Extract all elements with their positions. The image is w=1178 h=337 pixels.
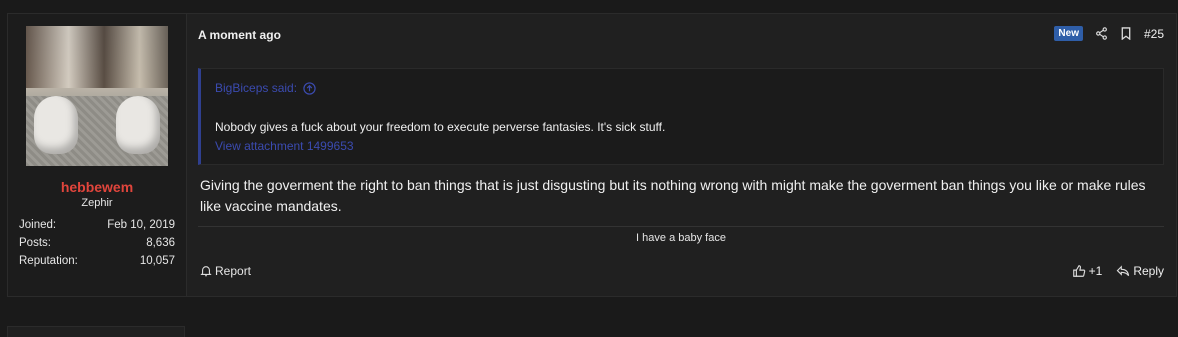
quote-author-label: BigBiceps said: [215, 81, 298, 95]
stat-label: Reputation: [19, 255, 78, 267]
post-header-actions: New #25 [1054, 26, 1164, 41]
like-count: +1 [1088, 264, 1103, 278]
stat-row-reputation: Reputation: 10,057 [19, 252, 175, 270]
post-container: hebbewem Zephir Joined: Feb 10, 2019 Pos… [7, 13, 1177, 297]
stat-value: Feb 10, 2019 [107, 219, 175, 231]
user-info-column: hebbewem Zephir Joined: Feb 10, 2019 Pos… [8, 14, 187, 296]
report-label: Report [215, 264, 252, 278]
user-title: Zephir [81, 197, 113, 209]
quote-author[interactable]: BigBiceps said: [215, 81, 316, 95]
stat-label: Posts: [19, 237, 51, 249]
avatar-statue-left [34, 96, 78, 154]
next-post-stub [7, 326, 185, 337]
user-stats: Joined: Feb 10, 2019 Posts: 8,636 Reputa… [19, 216, 175, 270]
stat-row-joined: Joined: Feb 10, 2019 [19, 216, 175, 234]
new-badge: New [1054, 26, 1083, 41]
stat-value: 10,057 [139, 255, 175, 267]
stat-row-posts: Posts: 8,636 [19, 234, 175, 252]
avatar-background [26, 26, 168, 88]
reply-button[interactable]: Reply [1116, 264, 1164, 278]
stat-label: Joined: [19, 219, 57, 231]
report-button[interactable]: Report [200, 264, 251, 278]
avatar-statue-right [116, 96, 160, 154]
arrow-up-circle-icon[interactable] [303, 81, 316, 95]
post-timestamp[interactable]: A moment ago [198, 28, 281, 42]
signature: I have a baby face [636, 232, 726, 244]
avatar[interactable] [26, 26, 168, 166]
stat-value: 8,636 [146, 237, 175, 249]
quote-text: Nobody gives a fuck about your freedom t… [215, 120, 666, 134]
share-icon[interactable] [1095, 27, 1108, 40]
reply-label: Reply [1133, 264, 1164, 278]
post-footer-actions: +1 Reply [1072, 264, 1164, 278]
thumbs-up-icon [1072, 264, 1086, 278]
post-message: Giving the goverment the right to ban th… [200, 177, 1146, 214]
username[interactable]: hebbewem [8, 179, 186, 195]
like-button[interactable]: +1 [1072, 264, 1103, 278]
post-main: A moment ago New #25 BigBiceps said: Nob… [198, 14, 1164, 296]
bell-icon [200, 265, 212, 277]
post-number-link[interactable]: #25 [1144, 27, 1164, 41]
signature-divider [198, 226, 1164, 227]
bookmark-icon[interactable] [1120, 27, 1132, 40]
attachment-link[interactable]: View attachment 1499653 [215, 139, 354, 153]
reply-icon [1116, 265, 1130, 277]
quote-block: BigBiceps said: Nobody gives a fuck abou… [198, 68, 1164, 165]
